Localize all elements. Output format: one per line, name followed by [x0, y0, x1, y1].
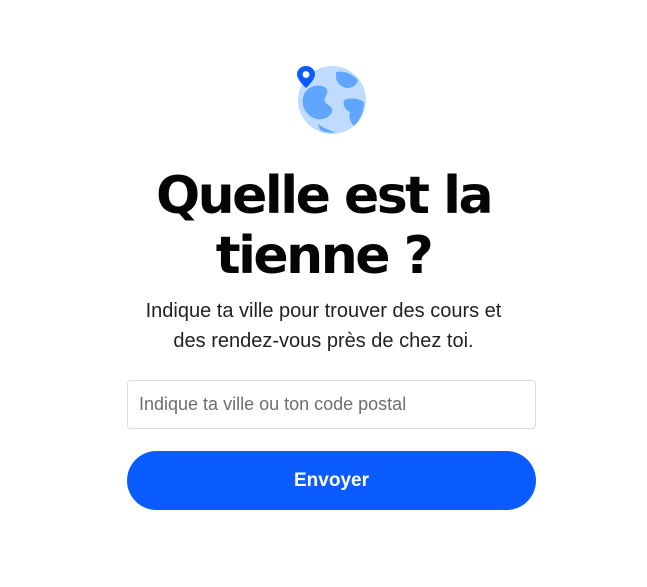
globe-location-icon [296, 64, 368, 136]
submit-button[interactable]: Envoyer [127, 451, 536, 510]
page-title: Quelle est la tienne ? [0, 166, 647, 286]
page-title-line-2: tienne ? [215, 226, 434, 286]
page-description-line-2: des rendez-vous près de chez toi. [173, 330, 474, 352]
city-input[interactable] [127, 380, 536, 429]
page-description-line-1: Indique ta ville pour trouver des cours … [145, 300, 502, 322]
page-description: Indique ta ville pour trouver des cours … [0, 296, 647, 356]
page-title-line-1: Quelle est la [155, 166, 494, 226]
